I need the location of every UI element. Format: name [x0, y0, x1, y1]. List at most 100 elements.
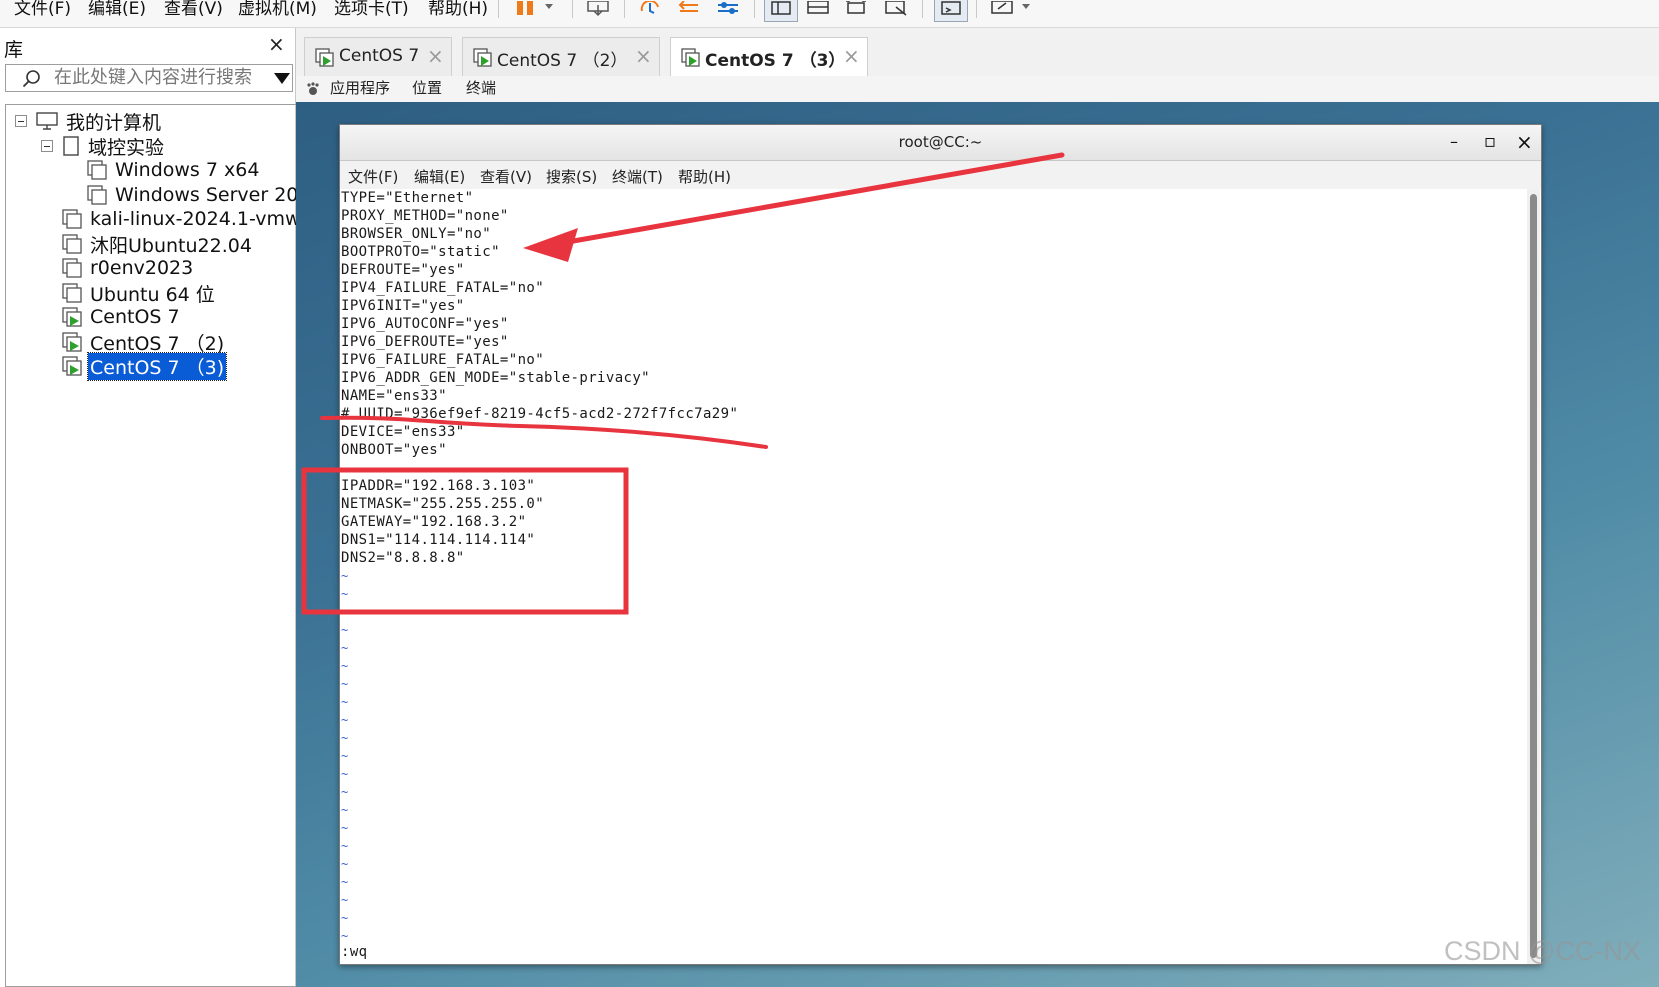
terminal-menu-terminal[interactable]: 终端(T): [612, 166, 663, 187]
collapse-icon[interactable]: [15, 115, 27, 127]
menu-edit[interactable]: 编辑(E): [88, 0, 146, 19]
menu-vm[interactable]: 虚拟机(M): [238, 0, 317, 19]
library-search-box: [5, 64, 293, 92]
tree-item-vm-running[interactable]: CentOS 7 （2): [61, 330, 226, 355]
terminal-line: IPV6_AUTOCONF="yes": [341, 316, 509, 332]
vim-empty-line-tilde: ~: [341, 695, 349, 709]
tree-item-folder[interactable]: 域控实验: [61, 134, 166, 159]
terminal-line: IPV6_DEFROUTE="yes": [341, 334, 509, 350]
tree-item-vm-selected[interactable]: CentOS 7 （3): [61, 351, 228, 381]
close-button[interactable]: ×: [1516, 130, 1533, 154]
library-title: 库: [4, 39, 24, 61]
stretch-guest-icon[interactable]: [990, 0, 1036, 18]
terminal-line: IPV4_FAILURE_FATAL="no": [341, 280, 545, 296]
vm-running-icon: [62, 332, 82, 352]
toolbar-separator: [498, 0, 499, 18]
tree-item-label: 域控实验: [88, 136, 165, 159]
tree-item-label: CentOS 7: [90, 306, 180, 328]
terminal-body[interactable]: TYPE="Ethernet" PROXY_METHOD="none" BROWSE…: [340, 189, 1526, 964]
terminal-menu-edit[interactable]: 编辑(E): [414, 166, 465, 187]
send-keys-icon[interactable]: [586, 0, 612, 18]
scrollbar-thumb[interactable]: [1530, 194, 1537, 958]
gnome-places-menu[interactable]: 位置: [412, 77, 442, 98]
toolbar-separator: [976, 0, 977, 18]
tab-centos7-3[interactable]: CentOS 7 （3） ×: [670, 37, 868, 77]
tab-label: CentOS 7: [339, 46, 420, 66]
tab-label: CentOS 7 （3）: [705, 51, 846, 71]
vim-empty-line-tilde: ~: [341, 929, 349, 943]
vim-empty-line-tilde: ~: [341, 857, 349, 871]
terminal-titlebar[interactable]: root@CC:~ – ▫ ×: [340, 125, 1541, 161]
tree-item-vm[interactable]: Windows 7 x64: [86, 158, 261, 182]
tree-item-vm[interactable]: 沐阳Ubuntu22.04: [61, 232, 254, 257]
menu-tabs[interactable]: 选项卡(T): [334, 0, 409, 19]
collapse-icon[interactable]: [41, 140, 53, 152]
thumbnail-view-icon[interactable]: [806, 0, 832, 18]
tree-item-vm[interactable]: Ubuntu 64 位: [61, 281, 217, 306]
terminal-menu-help[interactable]: 帮助(H): [678, 166, 731, 187]
console-view-toggle[interactable]: [934, 0, 968, 22]
library-search-input[interactable]: [54, 67, 264, 88]
gnome-applications-menu[interactable]: 应用程序: [330, 77, 390, 98]
tree-item-label: Windows 7 x64: [115, 159, 260, 181]
tree-item-label: 沐阳Ubuntu22.04: [90, 234, 252, 257]
tree-item-label: Ubuntu 64 位: [90, 283, 215, 306]
vm-icon: [62, 283, 82, 303]
terminal-line: TYPE="Ethernet": [341, 190, 474, 206]
tab-close-icon[interactable]: ×: [843, 44, 860, 68]
vm-icon: [62, 258, 82, 278]
toolbar-separator: [572, 0, 573, 18]
terminal-line: ONBOOT="yes": [341, 442, 447, 458]
menu-help[interactable]: 帮助(H): [428, 0, 488, 19]
snapshot-manager-icon[interactable]: [716, 0, 742, 18]
vim-empty-line-tilde: ~: [341, 875, 349, 889]
menu-view[interactable]: 查看(V): [164, 0, 223, 19]
vm-running-icon: [681, 48, 700, 67]
tab-close-icon[interactable]: ×: [427, 44, 444, 68]
library-panel: 库 × 我的计算机 域控实验 Windows 7 x64 Windows Ser…: [0, 28, 296, 987]
tree-item-my-computer[interactable]: 我的计算机: [35, 109, 163, 134]
tree-item-vm[interactable]: r0env2023: [61, 256, 195, 280]
revert-snapshot-icon[interactable]: [678, 0, 704, 18]
pause-icon[interactable]: [515, 0, 561, 18]
terminal-scrollbar[interactable]: [1527, 189, 1540, 964]
vm-running-icon: [473, 48, 492, 67]
menu-file[interactable]: 文件(F): [14, 0, 71, 19]
vm-icon: [87, 185, 107, 205]
gnome-foot-icon: [307, 82, 319, 95]
vim-empty-line-tilde: ~: [341, 893, 349, 907]
vim-empty-line-tilde: ~: [341, 785, 349, 799]
tree-item-vm[interactable]: kali-linux-2024.1-vmwa: [61, 207, 296, 231]
tree-item-vm-running[interactable]: CentOS 7: [61, 305, 182, 329]
vim-empty-line-tilde: ~: [341, 767, 349, 781]
terminal-window: root@CC:~ – ▫ × 文件(F) 编辑(E) 查看(V) 搜索(S) …: [339, 124, 1542, 965]
view-library-toggle[interactable]: [764, 0, 798, 22]
minimize-button[interactable]: –: [1450, 132, 1458, 151]
search-dropdown-icon[interactable]: [274, 73, 290, 84]
terminal-menu-file[interactable]: 文件(F): [348, 166, 398, 187]
tab-centos7-2[interactable]: CentOS 7 （2） ×: [462, 37, 660, 76]
library-close-button[interactable]: ×: [268, 32, 285, 56]
tab-close-icon[interactable]: ×: [635, 44, 652, 68]
terminal-menu-view[interactable]: 查看(V): [480, 166, 532, 187]
vim-empty-line-tilde: ~: [341, 731, 349, 745]
terminal-line: NAME="ens33": [341, 388, 447, 404]
snapshot-icon[interactable]: [638, 0, 664, 18]
tab-centos7[interactable]: CentOS 7 ×: [304, 37, 452, 76]
vm-running-icon: [315, 48, 334, 67]
terminal-line: GATEWAY="192.168.3.2": [341, 514, 527, 530]
vm-icon: [62, 234, 82, 254]
tree-item-vm[interactable]: Windows Server 201: [86, 183, 296, 207]
gnome-terminal-menu[interactable]: 终端: [466, 77, 496, 98]
vm-tab-bar: CentOS 7 × CentOS 7 （2） × CentOS 7 （3） ×: [296, 28, 1659, 77]
terminal-menu-search[interactable]: 搜索(S): [546, 166, 597, 187]
terminal-line: DEVICE="ens33": [341, 424, 465, 440]
terminal-line: BROWSER_ONLY="no": [341, 226, 492, 242]
computer-icon: [36, 112, 58, 130]
vim-empty-line-tilde: ~: [341, 803, 349, 817]
fullscreen-icon[interactable]: [844, 0, 870, 18]
unity-mode-icon[interactable]: [884, 0, 910, 18]
vm-running-icon: [62, 307, 82, 327]
maximize-button[interactable]: ▫: [1484, 131, 1496, 152]
vim-empty-line-tilde: ~: [341, 821, 349, 835]
